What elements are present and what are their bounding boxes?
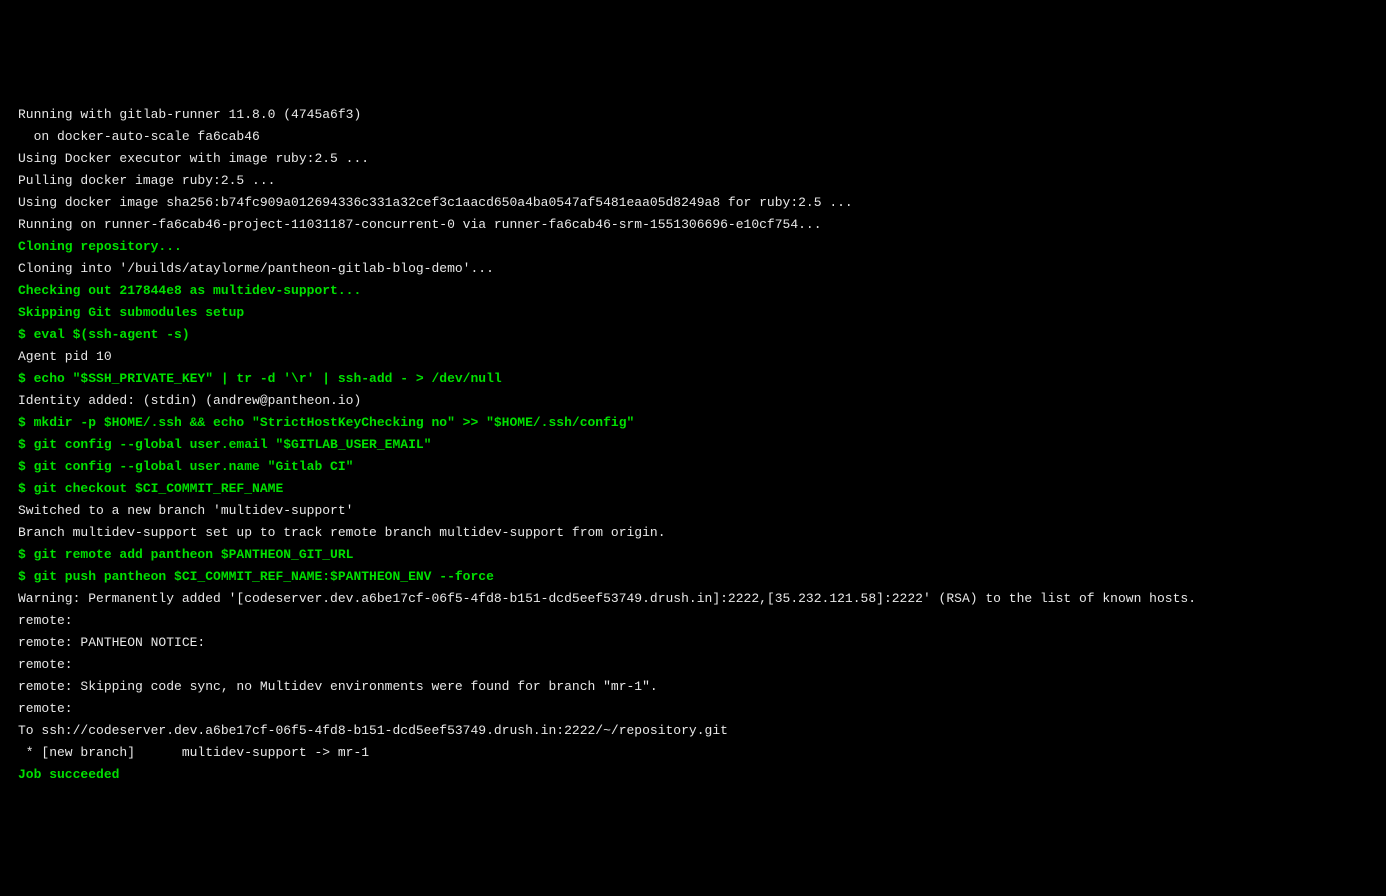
terminal-line: $ mkdir -p $HOME/.ssh && echo "StrictHos… — [18, 412, 1368, 434]
terminal-output: Running with gitlab-runner 11.8.0 (4745a… — [18, 104, 1368, 786]
terminal-line: Using Docker executor with image ruby:2.… — [18, 148, 1368, 170]
terminal-line: remote: — [18, 654, 1368, 676]
terminal-line: $ git config --global user.email "$GITLA… — [18, 434, 1368, 456]
terminal-line: Job succeeded — [18, 764, 1368, 786]
terminal-line: To ssh://codeserver.dev.a6be17cf-06f5-4f… — [18, 720, 1368, 742]
terminal-line: Skipping Git submodules setup — [18, 302, 1368, 324]
terminal-line: $ git config --global user.name "Gitlab … — [18, 456, 1368, 478]
terminal-line: Running on runner-fa6cab46-project-11031… — [18, 214, 1368, 236]
terminal-line: Pulling docker image ruby:2.5 ... — [18, 170, 1368, 192]
terminal-line: remote: PANTHEON NOTICE: — [18, 632, 1368, 654]
terminal-line: Using docker image sha256:b74fc909a01269… — [18, 192, 1368, 214]
terminal-line: * [new branch] multidev-support -> mr-1 — [18, 742, 1368, 764]
terminal-line: $ eval $(ssh-agent -s) — [18, 324, 1368, 346]
terminal-line: $ git checkout $CI_COMMIT_REF_NAME — [18, 478, 1368, 500]
terminal-line: Warning: Permanently added '[codeserver.… — [18, 588, 1368, 610]
terminal-line: $ git push pantheon $CI_COMMIT_REF_NAME:… — [18, 566, 1368, 588]
terminal-line: Running with gitlab-runner 11.8.0 (4745a… — [18, 104, 1368, 126]
terminal-line: $ git remote add pantheon $PANTHEON_GIT_… — [18, 544, 1368, 566]
terminal-line: Identity added: (stdin) (andrew@pantheon… — [18, 390, 1368, 412]
terminal-line: Cloning repository... — [18, 236, 1368, 258]
terminal-line: Agent pid 10 — [18, 346, 1368, 368]
terminal-line: Cloning into '/builds/ataylorme/pantheon… — [18, 258, 1368, 280]
terminal-line: Branch multidev-support set up to track … — [18, 522, 1368, 544]
terminal-line: Switched to a new branch 'multidev-suppo… — [18, 500, 1368, 522]
terminal-line: Checking out 217844e8 as multidev-suppor… — [18, 280, 1368, 302]
terminal-line: remote: — [18, 698, 1368, 720]
terminal-line: $ echo "$SSH_PRIVATE_KEY" | tr -d '\r' |… — [18, 368, 1368, 390]
terminal-line: on docker-auto-scale fa6cab46 — [18, 126, 1368, 148]
terminal-line: remote: — [18, 610, 1368, 632]
terminal-line: remote: Skipping code sync, no Multidev … — [18, 676, 1368, 698]
